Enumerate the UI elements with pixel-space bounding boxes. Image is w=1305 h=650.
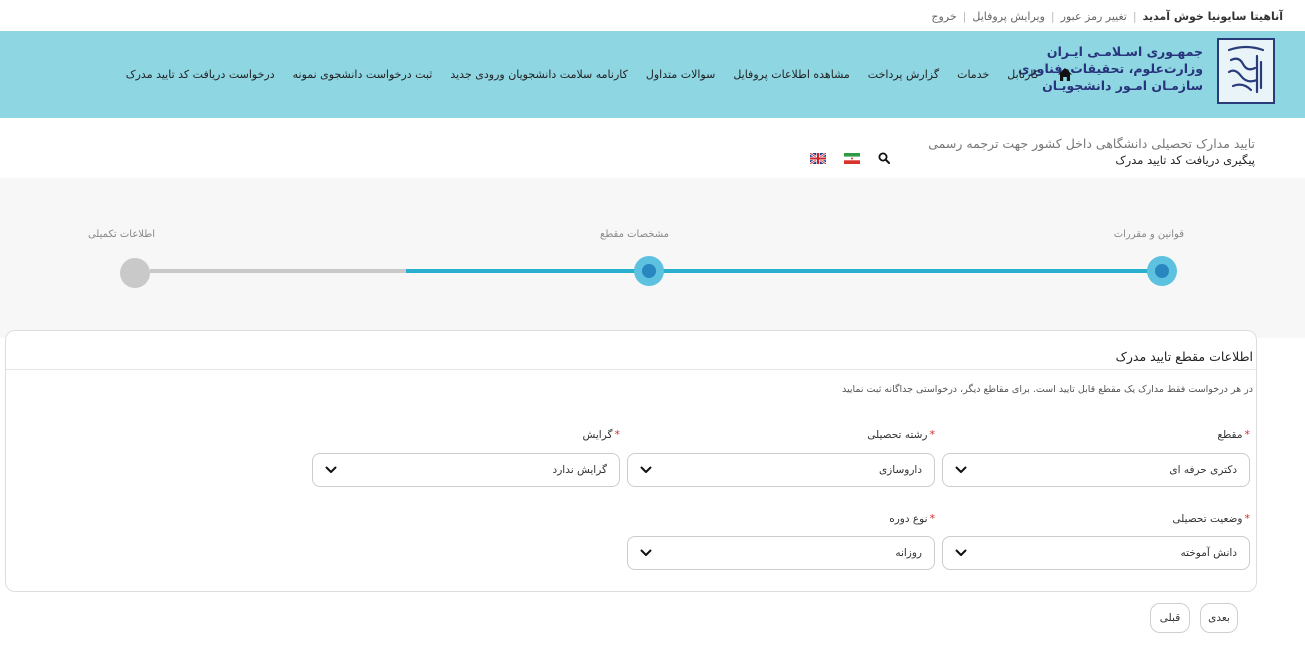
next-button[interactable]: بعدی: [1200, 603, 1238, 633]
nav-item-cartable[interactable]: کارتابل: [1007, 68, 1039, 81]
user-bar: آناهیتا سایونیا خوش آمدید | تغییر رمز عب…: [931, 10, 1283, 23]
home-icon[interactable]: [1057, 67, 1073, 82]
required-mark: *: [929, 428, 936, 441]
major-label: *رشته تحصیلی: [867, 428, 935, 441]
status-select[interactable]: دانش آموخته: [942, 536, 1250, 570]
chevron-down-icon: [955, 548, 967, 558]
step-label-degree-specs: مشخصات مقطع: [600, 229, 669, 240]
separator: |: [1050, 10, 1055, 23]
required-mark: *: [1244, 428, 1251, 441]
course-type-label: *نوع دوره: [889, 512, 935, 525]
brand-line-country: جمهـوری اسـلامـی ایـران: [1046, 44, 1203, 59]
change-password-link[interactable]: تغییر رمز عبور: [1061, 10, 1127, 23]
uk-flag-icon[interactable]: [810, 152, 826, 164]
organization-logo[interactable]: [1217, 38, 1275, 104]
degree-select[interactable]: دکتری حرفه ای: [942, 453, 1250, 487]
major-select[interactable]: داروسازی: [627, 453, 935, 487]
required-mark: *: [929, 512, 936, 525]
required-mark: *: [1244, 512, 1251, 525]
orientation-value: گرایش ندارد: [552, 464, 607, 476]
nav-item-exemplary-student[interactable]: ثبت درخواست دانشجوی نمونه: [293, 68, 433, 81]
chevron-down-icon: [325, 465, 337, 475]
welcome-text: آناهیتا سایونیا خوش آمدید: [1142, 10, 1283, 23]
page-subtitle: پیگیری دریافت کد تایید مدرک: [1115, 153, 1255, 167]
page-heading: تایید مدارک تحصیلی دانشگاهی داخل کشور جه…: [928, 136, 1255, 167]
step-indicator-rules[interactable]: [1147, 256, 1177, 286]
edit-profile-link[interactable]: ویرایش پروفایل: [972, 10, 1045, 23]
major-value: داروسازی: [878, 464, 922, 476]
main-nav: کارتابل خدمات گزارش پرداخت مشاهده اطلاعا…: [126, 67, 1073, 82]
divider: [6, 369, 1256, 370]
step-indicator-additional-info[interactable]: [120, 258, 150, 288]
step-label-rules: قوانین و مقررات: [1113, 229, 1184, 240]
search-icon[interactable]: [878, 152, 890, 164]
progress-track-completed: [406, 269, 1160, 273]
site-header: جمهـوری اسـلامـی ایـران وزارت‌علوم، تحقی…: [0, 31, 1305, 118]
form-note: در هر درخواست فقط مدارک یک مقطع قابل تای…: [841, 384, 1253, 395]
progress-track-remaining: [150, 269, 406, 273]
degree-label: *مقطع: [1217, 428, 1250, 441]
nav-item-payment-report[interactable]: گزارش پرداخت: [868, 68, 939, 81]
nav-item-view-profile[interactable]: مشاهده اطلاعات پروفایل: [733, 68, 849, 81]
logout-link[interactable]: خروج: [931, 10, 956, 23]
status-value: دانش آموخته: [1180, 547, 1238, 559]
status-label: *وضعیت تحصیلی: [1172, 512, 1250, 525]
orientation-label: *گرایش: [582, 428, 620, 441]
course-type-select[interactable]: روزانه: [627, 536, 935, 570]
chevron-down-icon: [955, 465, 967, 475]
step-label-additional-info: اطلاعات تکمیلی: [87, 229, 155, 240]
nav-item-health-record[interactable]: کارنامه سلامت دانشجویان ورودی جدید: [450, 68, 628, 81]
header-tools: [810, 152, 890, 164]
nav-item-faq[interactable]: سوالات متداول: [646, 68, 715, 81]
form-title: اطلاعات مقطع تایید مدرک: [1115, 349, 1253, 364]
nav-item-services[interactable]: خدمات: [957, 68, 989, 81]
orientation-select[interactable]: گرایش ندارد: [312, 453, 620, 487]
course-type-value: روزانه: [895, 547, 922, 559]
separator: |: [1132, 10, 1137, 23]
previous-button[interactable]: قبلی: [1150, 603, 1190, 633]
chevron-down-icon: [640, 548, 652, 558]
separator: |: [962, 10, 967, 23]
required-mark: *: [614, 428, 621, 441]
chevron-down-icon: [640, 465, 652, 475]
step-indicator-degree-specs[interactable]: [634, 256, 664, 286]
nav-item-degree-code-request[interactable]: درخواست دریافت کد تایید مدرک: [126, 68, 275, 81]
iran-flag-icon[interactable]: [844, 152, 860, 164]
degree-value: دکتری حرفه ای: [1169, 464, 1237, 476]
logo-emblem-icon: [1227, 45, 1265, 94]
page-title: تایید مدارک تحصیلی دانشگاهی داخل کشور جه…: [928, 136, 1255, 151]
